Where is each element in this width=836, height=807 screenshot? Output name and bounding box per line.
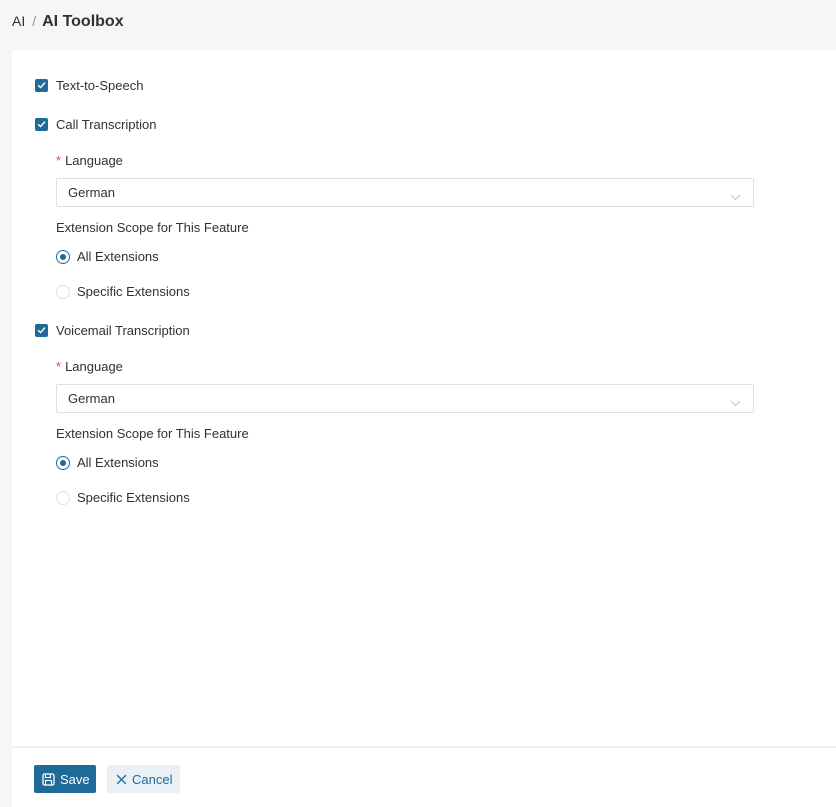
voicemail-language-select[interactable]: German — [56, 384, 754, 413]
form-footer: Save Cancel — [12, 747, 836, 807]
save-label: Save — [60, 771, 90, 787]
breadcrumb-separator: / — [32, 13, 37, 29]
save-button[interactable]: Save — [34, 765, 96, 793]
call-scope-all-label: All Extensions — [77, 249, 159, 264]
settings-panel: Text-to-Speech Call Transcription * Langu… — [12, 50, 836, 746]
cancel-label: Cancel — [132, 771, 173, 787]
radio-unchecked-icon[interactable] — [56, 490, 70, 505]
radio-unchecked-icon[interactable] — [56, 284, 70, 299]
call-transcription-label: Call Transcription — [56, 117, 157, 132]
call-scope-specific-radio[interactable]: Specific Extensions — [56, 284, 190, 299]
call-scope-title: Extension Scope for This Feature — [56, 220, 249, 235]
breadcrumb-root[interactable]: AI — [12, 13, 25, 29]
voicemail-scope-specific-label: Specific Extensions — [77, 490, 190, 505]
radio-checked-icon[interactable] — [56, 249, 70, 264]
checkbox-checked-icon[interactable] — [35, 79, 48, 92]
tts-checkbox[interactable]: Text-to-Speech — [35, 78, 143, 93]
required-asterisk: * — [56, 153, 62, 168]
voicemail-transcription-label: Voicemail Transcription — [56, 323, 190, 338]
tts-label: Text-to-Speech — [56, 78, 144, 93]
call-language-value: German — [68, 185, 115, 200]
voicemail-language-value: German — [68, 391, 115, 406]
call-language-label: * Language — [56, 153, 123, 168]
checkbox-checked-icon[interactable] — [35, 118, 48, 131]
voicemail-scope-title: Extension Scope for This Feature — [56, 426, 249, 441]
call-scope-specific-label: Specific Extensions — [77, 284, 190, 299]
call-scope-all-radio[interactable]: All Extensions — [56, 249, 159, 264]
cancel-button[interactable]: Cancel — [107, 765, 180, 793]
close-icon — [116, 774, 127, 785]
required-asterisk: * — [56, 359, 62, 374]
voicemail-scope-all-radio[interactable]: All Extensions — [56, 455, 159, 470]
voicemail-scope-specific-radio[interactable]: Specific Extensions — [56, 490, 190, 505]
save-icon — [42, 772, 55, 786]
radio-checked-icon[interactable] — [56, 455, 70, 470]
page-title: AI Toolbox — [42, 13, 124, 30]
checkbox-checked-icon[interactable] — [35, 324, 48, 337]
chevron-down-icon — [730, 394, 741, 412]
voicemail-scope-all-label: All Extensions — [77, 455, 159, 470]
voicemail-language-label: * Language — [56, 359, 123, 374]
call-language-select[interactable]: German — [56, 178, 754, 207]
voicemail-transcription-checkbox[interactable]: Voicemail Transcription — [35, 323, 190, 338]
page-header: AI / AI Toolbox — [0, 0, 836, 48]
chevron-down-icon — [730, 188, 741, 206]
breadcrumb: AI / AI Toolbox — [12, 13, 124, 31]
call-transcription-checkbox[interactable]: Call Transcription — [35, 117, 156, 132]
